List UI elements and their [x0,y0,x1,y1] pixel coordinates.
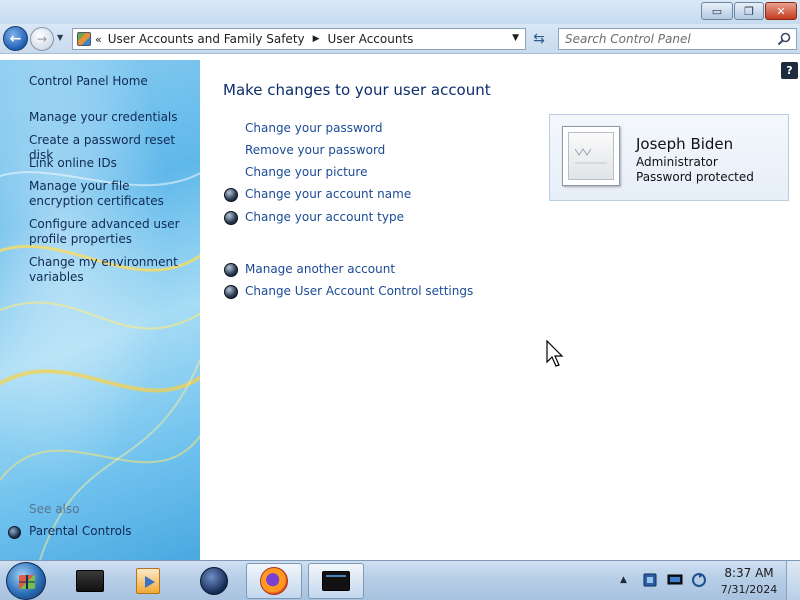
address-bar[interactable]: « User Accounts and Family Safety ▶ User… [72,28,526,50]
uac-shield-icon [224,188,238,202]
refresh-button[interactable]: ⇆ [528,28,550,50]
back-button[interactable]: ← [3,26,28,51]
uac-shield-icon [224,211,238,225]
windows-logo-icon [19,575,35,589]
taskbar-app-firefox[interactable] [246,563,302,599]
see-also-heading: See also [29,502,80,516]
sidebar-item-control-panel-home[interactable]: Control Panel Home [29,74,194,89]
search-input[interactable] [559,29,769,49]
search-icon[interactable] [777,32,791,46]
mouse-cursor-icon [546,340,564,367]
network-globe-icon [200,567,228,595]
control-panel-window-icon [322,571,350,591]
task-change-password[interactable]: Change your password [245,121,383,136]
taskbar-app-control-panel[interactable] [308,563,364,599]
taskbar: ▲ 8:37 AM 7/31/2024 [0,560,800,600]
display-icon[interactable] [667,572,683,588]
maximize-icon: ❐ [744,4,754,18]
sidebar-item-link-online-ids[interactable]: Link online IDs [29,156,194,171]
account-picture [562,126,620,186]
task-change-account-name[interactable]: Change your account name [245,187,411,202]
forward-button[interactable]: → [30,27,54,51]
sidebar-item-advanced-profile-properties[interactable]: Configure advanced user profile properti… [29,217,194,247]
maximize-button[interactable]: ❐ [734,2,764,20]
taskbar-app-network[interactable] [186,563,242,599]
help-button[interactable]: ? [781,62,798,79]
user-picture-icon [574,148,607,164]
server-manager-icon [76,570,104,592]
breadcrumb-overflow-icon[interactable]: « [95,33,102,46]
help-icon: ? [786,64,793,77]
title-bar: ▭ ❐ ✕ [0,0,800,24]
uac-shield-icon [224,285,238,299]
breadcrumb-item-user-accounts[interactable]: User Accounts [328,32,414,46]
arrow-right-icon: → [36,32,48,46]
minimize-icon: ▭ [711,4,723,18]
sidebar-item-manage-credentials[interactable]: Manage your credentials [29,110,194,125]
taskbar-app-server-manager[interactable] [62,563,118,599]
show-hidden-icons-button[interactable]: ▲ [620,575,627,585]
navigation-bar: ← → ▼ « User Accounts and Family Safety … [0,24,800,54]
chevron-down-icon: ▼ [57,33,64,42]
account-role: Administrator [636,155,718,169]
task-manage-another-account[interactable]: Manage another account [245,262,395,277]
shield-icon [8,526,21,539]
breadcrumb-item-user-accounts-family-safety[interactable]: User Accounts and Family Safety [108,32,305,46]
account-picture-image [568,132,614,180]
media-center-icon [136,568,160,594]
chevron-up-icon: ▲ [620,575,627,585]
close-button[interactable]: ✕ [765,2,797,20]
clock-date[interactable]: 7/31/2024 [714,583,784,596]
close-icon: ✕ [776,4,786,18]
arrow-left-icon: ← [9,30,22,47]
search-box[interactable] [558,28,797,50]
page-title: Make changes to your user account [223,81,491,99]
account-card: Joseph Biden Administrator Password prot… [549,114,789,201]
sidebar-item-parental-controls[interactable]: Parental Controls [29,524,194,539]
recent-pages-button[interactable]: ▼ [57,33,63,42]
task-change-account-type[interactable]: Change your account type [245,210,404,225]
task-remove-password[interactable]: Remove your password [245,143,385,158]
breadcrumb-separator-icon[interactable]: ▶ [313,34,320,44]
task-change-picture[interactable]: Change your picture [245,165,367,180]
sync-icon[interactable] [691,572,707,588]
taskbar-app-media-center[interactable] [120,563,176,599]
account-name: Joseph Biden [636,135,734,153]
refresh-icon: ⇆ [533,31,545,47]
address-dropdown-icon[interactable]: ▼ [512,33,519,43]
account-password-status: Password protected [636,170,754,184]
uac-shield-icon [224,263,238,277]
show-desktop-button[interactable] [786,561,800,600]
control-panel-icon [77,32,91,46]
sidebar-item-file-encryption-certificates[interactable]: Manage your file encryption certificates [29,179,194,209]
clock-time[interactable]: 8:37 AM [718,566,780,580]
minimize-button[interactable]: ▭ [701,2,733,20]
firefox-icon [260,567,288,595]
sidebar-item-environment-variables[interactable]: Change my environment variables [29,255,194,285]
task-change-uac-settings[interactable]: Change User Account Control settings [245,284,473,299]
sidebar: Control Panel Home Manage your credentia… [0,60,200,560]
network-icon[interactable] [642,572,658,588]
start-button[interactable] [6,562,46,600]
